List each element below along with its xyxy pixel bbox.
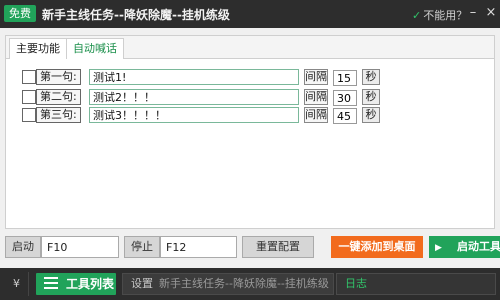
shout-row-1: 第一句: 间隔 秒 xyxy=(22,69,492,86)
free-badge: 免费 xyxy=(4,5,36,22)
start-hotkey-input[interactable] xyxy=(41,236,119,258)
shout-row-1-checkbox[interactable] xyxy=(22,70,36,84)
shout-row-3: 第三句: 间隔 秒 xyxy=(22,107,492,124)
control-bar: 启动 停止 重置配置 一键添加到桌面 ▶ 启动工具 xyxy=(0,236,500,260)
check-icon: ✓ xyxy=(412,9,422,22)
title-bar: 免费 新手主线任务--降妖除魔--挂机练级 ✓ 不能用？ – × xyxy=(0,0,500,28)
add-to-desktop-button[interactable]: 一键添加到桌面 xyxy=(331,236,423,258)
minimize-button[interactable]: – xyxy=(466,4,480,22)
list-icon xyxy=(44,277,58,291)
tab-auto-shout[interactable]: 自动喊话 xyxy=(66,38,124,59)
shout-row-2-unit: 秒 xyxy=(362,89,380,105)
tool-list-button[interactable]: 工具列表 xyxy=(36,273,116,295)
shout-row-3-interval-label: 间隔 xyxy=(304,107,328,123)
reset-config-button[interactable]: 重置配置 xyxy=(242,236,314,258)
shout-row-1-interval-label: 间隔 xyxy=(304,69,328,85)
tab-strip: 主要功能 自动喊话 xyxy=(6,36,494,59)
settings-label: 设置 xyxy=(131,277,153,290)
tab-main-functions[interactable]: 主要功能 xyxy=(9,38,67,59)
shout-row-2-checkbox[interactable] xyxy=(22,90,36,104)
shout-row-3-checkbox[interactable] xyxy=(22,108,36,122)
shout-row-3-message-input[interactable] xyxy=(89,107,299,123)
collapse-icon[interactable]: ¥ xyxy=(5,272,29,296)
log-button[interactable]: 日志 xyxy=(336,273,496,295)
shout-row-2-interval-input[interactable] xyxy=(333,90,357,106)
shout-row-1-interval-input[interactable] xyxy=(333,70,357,86)
shout-row-1-unit: 秒 xyxy=(362,69,380,85)
shout-row-1-message-input[interactable] xyxy=(89,69,299,85)
stop-hotkey-input[interactable] xyxy=(160,236,237,258)
shout-row-2-message-input[interactable] xyxy=(89,89,299,105)
window-title: 新手主线任务--降妖除魔--挂机练级 xyxy=(42,8,230,22)
shout-row-3-label: 第三句: xyxy=(36,107,81,123)
tool-list-label: 工具列表 xyxy=(66,277,115,291)
play-icon: ▶ xyxy=(435,243,442,253)
stop-hotkey-label: 停止 xyxy=(124,236,160,258)
start-hotkey-label: 启动 xyxy=(5,236,41,258)
cant-use-label: 不能用？ xyxy=(423,9,468,22)
shout-row-1-label: 第一句: xyxy=(36,69,81,85)
shout-row-2-interval-label: 间隔 xyxy=(304,89,328,105)
start-tool-button[interactable]: ▶ 启动工具 xyxy=(429,236,500,258)
shout-row-3-interval-input[interactable] xyxy=(333,108,357,124)
start-tool-label: 启动工具 xyxy=(457,240,500,253)
main-panel: 主要功能 自动喊话 第一句: 间隔 秒 第二句: 间隔 秒 第三句: 间隔 秒 xyxy=(5,35,495,229)
shout-row-2: 第二句: 间隔 秒 xyxy=(22,89,492,106)
settings-status[interactable]: 设置 新手主线任务--降妖除魔--挂机练级 xyxy=(122,273,334,295)
settings-path: 新手主线任务--降妖除魔--挂机练级 xyxy=(159,277,329,290)
shout-row-2-label: 第二句: xyxy=(36,89,81,105)
shout-row-3-unit: 秒 xyxy=(362,107,380,123)
status-bar: ¥ 工具列表 设置 新手主线任务--降妖除魔--挂机练级 日志 xyxy=(0,268,500,300)
close-button[interactable]: × xyxy=(484,4,498,22)
cant-use-link[interactable]: ✓ 不能用？ xyxy=(412,7,467,23)
